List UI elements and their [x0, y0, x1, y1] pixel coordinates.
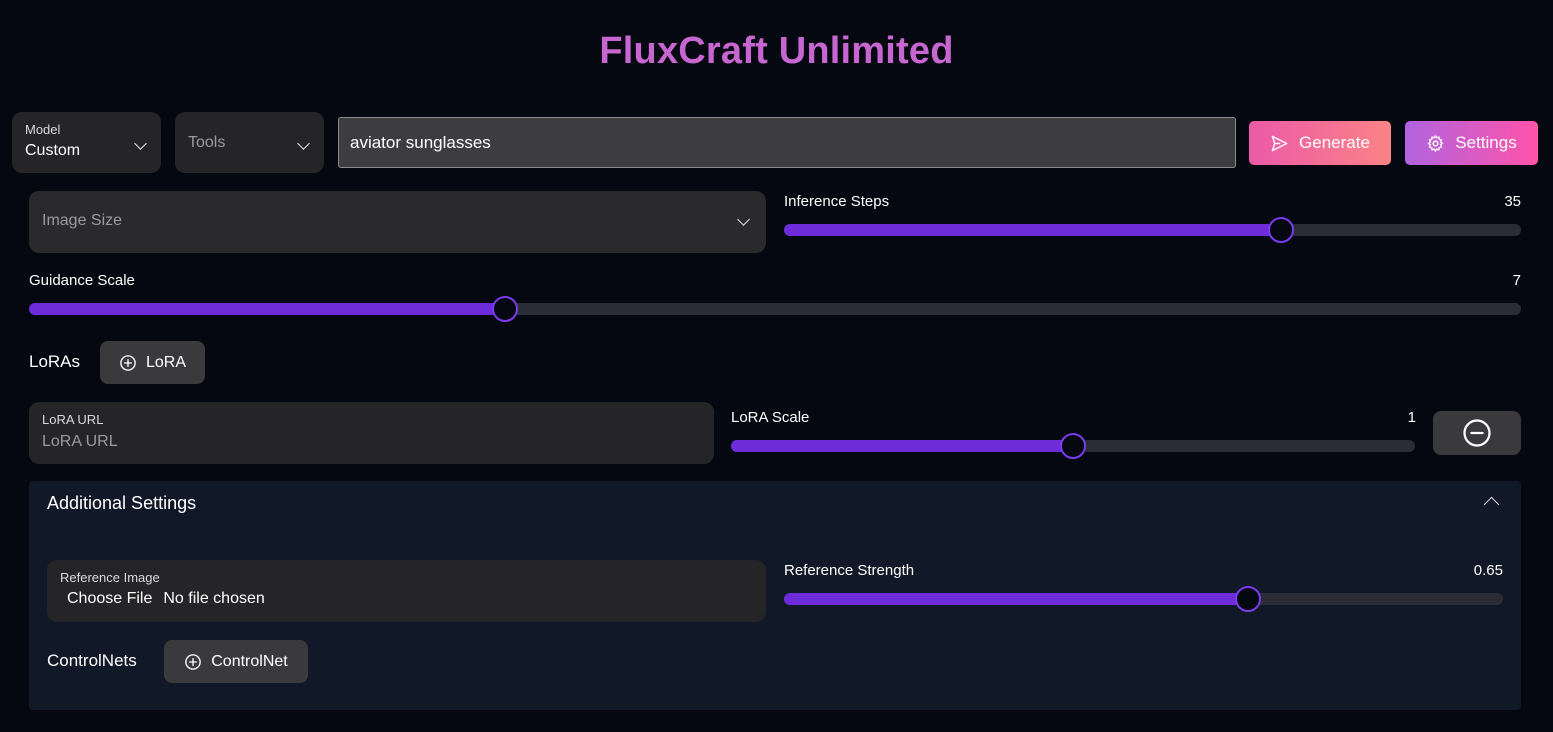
- lora-url-placeholder: LoRA URL: [42, 433, 118, 450]
- lora-scale-label: LoRA Scale: [731, 409, 810, 426]
- slider-thumb[interactable]: [491, 296, 518, 322]
- image-size-placeholder: Image Size: [42, 212, 123, 229]
- generate-button-label: Generate: [1299, 133, 1370, 152]
- lora-url-field[interactable]: LoRA URL LoRA URL: [29, 402, 714, 464]
- reference-strength-label: Reference Strength: [784, 562, 915, 579]
- slider-fill: [29, 303, 505, 315]
- slider-fill: [784, 224, 1282, 236]
- add-controlnet-button[interactable]: ControlNet: [164, 640, 308, 683]
- guidance-scale-value: 7: [1512, 272, 1521, 289]
- page-title: FluxCraft Unlimited: [599, 30, 954, 72]
- settings-button-label: Settings: [1455, 133, 1517, 152]
- slider-thumb[interactable]: [1234, 586, 1261, 612]
- slider-fill: [784, 593, 1248, 605]
- prompt-input[interactable]: [338, 117, 1236, 168]
- generate-button[interactable]: Generate: [1249, 121, 1391, 165]
- remove-lora-button[interactable]: [1433, 411, 1521, 455]
- guidance-scale-slider[interactable]: [29, 296, 1521, 322]
- reference-strength-value: 0.65: [1473, 562, 1503, 579]
- file-status: No file chosen: [163, 590, 265, 607]
- reference-image-label: Reference Image: [60, 570, 160, 585]
- file-input[interactable]: Choose File No file chosen: [67, 590, 265, 608]
- reference-strength-slider[interactable]: [784, 586, 1503, 612]
- choose-file-button[interactable]: Choose File: [67, 590, 152, 607]
- inference-steps-value: 35: [1504, 193, 1521, 210]
- add-controlnet-button-label: ControlNet: [211, 652, 288, 670]
- add-lora-button[interactable]: LoRA: [100, 341, 205, 384]
- slider-thumb[interactable]: [1060, 433, 1086, 459]
- plus-circle-icon: [185, 653, 202, 670]
- model-select-label: Model: [25, 122, 61, 137]
- chevron-down-icon: [297, 137, 310, 150]
- inference-steps-label: Inference Steps: [784, 193, 890, 210]
- inference-steps-slider[interactable]: [784, 217, 1521, 243]
- controlnets-label: ControlNets: [47, 651, 137, 670]
- model-select-value: Custom: [25, 142, 81, 159]
- model-select[interactable]: Model Custom: [12, 112, 161, 173]
- tools-select-placeholder: Tools: [188, 134, 226, 151]
- slider-fill: [731, 440, 1073, 452]
- app-page: FluxCraft Unlimited Model Custom Tools G…: [0, 0, 1553, 732]
- settings-button[interactable]: Settings: [1405, 121, 1538, 165]
- lora-scale-slider[interactable]: [731, 433, 1415, 459]
- loras-label: LoRAs: [29, 352, 81, 371]
- add-lora-button-label: LoRA: [145, 353, 187, 371]
- chevron-down-icon: [134, 137, 147, 150]
- minus-circle-icon: [1463, 419, 1491, 447]
- gear-icon: [1427, 134, 1444, 152]
- send-icon: [1271, 135, 1288, 151]
- guidance-scale-label: Guidance Scale: [29, 272, 135, 289]
- slider-thumb[interactable]: [1268, 217, 1295, 243]
- tools-select[interactable]: Tools: [175, 112, 324, 173]
- additional-settings-title[interactable]: Additional Settings: [47, 493, 196, 514]
- lora-scale-value: 1: [1407, 409, 1416, 426]
- image-size-select[interactable]: Image Size: [29, 191, 766, 253]
- plus-circle-icon: [120, 354, 136, 371]
- chevron-down-icon: [737, 213, 750, 226]
- lora-url-label: LoRA URL: [42, 412, 104, 427]
